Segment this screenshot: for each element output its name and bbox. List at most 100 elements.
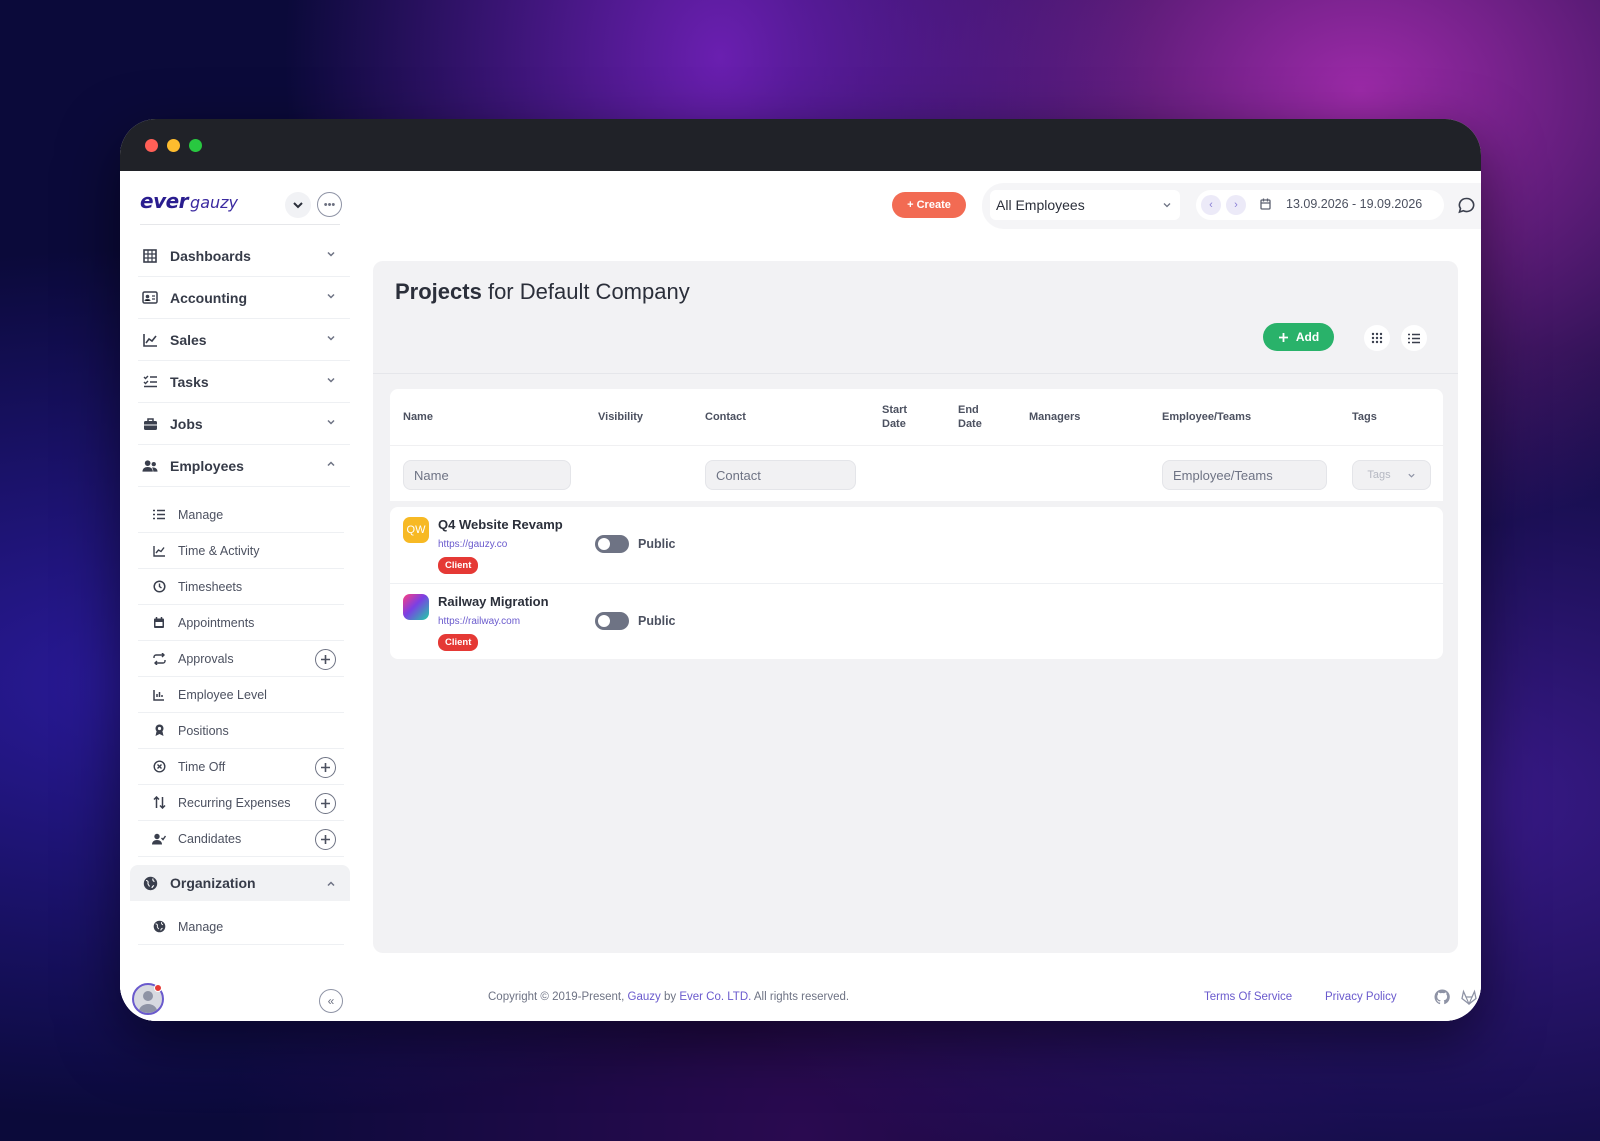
visibility-label: Public: [638, 614, 676, 628]
sidebar-item-label: Accounting: [170, 289, 247, 306]
project-url-link[interactable]: https://railway.com: [438, 616, 520, 627]
client-badge: Client: [438, 557, 479, 574]
create-button[interactable]: + Create: [892, 192, 966, 218]
column-header-managers[interactable]: Managers: [1029, 410, 1080, 424]
sidebar-item-tasks[interactable]: Tasks: [138, 361, 350, 403]
gitlab-link[interactable]: [1460, 988, 1478, 1006]
sidebar-item-label: Employees: [170, 457, 244, 474]
chat-button[interactable]: [1457, 196, 1475, 214]
logo[interactable]: ever gauzy: [140, 189, 238, 213]
notification-dot: [154, 984, 162, 992]
column-header-contact[interactable]: Contact: [705, 410, 746, 424]
column-header-end-date[interactable]: End Date: [958, 403, 982, 431]
chevron-down-icon: [327, 251, 335, 257]
table-row[interactable]: QW Q4 Website Revamp https://gauzy.co Cl…: [390, 507, 1443, 583]
end-date-line2: Date: [958, 418, 982, 430]
grid-dots-icon: [1371, 332, 1383, 344]
employee-select[interactable]: All Employees: [990, 190, 1180, 220]
gauzy-link[interactable]: Gauzy: [628, 991, 661, 1003]
visibility-toggle[interactable]: [595, 535, 629, 553]
projects-table: Name Visibility Contact Start Date End Dat…: [390, 389, 1443, 659]
sidebar-item-time-activity[interactable]: Time & Activity: [138, 533, 344, 569]
chevron-right-icon: ›: [1234, 199, 1238, 211]
table-header: Name Visibility Contact Start Date End Dat…: [390, 389, 1443, 445]
employee-teams-filter-input[interactable]: Employee/Teams: [1162, 460, 1327, 490]
github-link[interactable]: [1433, 988, 1451, 1006]
column-header-start-date[interactable]: Start Date: [882, 403, 907, 431]
sidebar-item-label: Manage: [178, 919, 224, 934]
sidebar-item-employee-level[interactable]: Employee Level: [138, 677, 344, 713]
sidebar-item-positions[interactable]: Positions: [138, 713, 344, 749]
chevron-down-icon: [293, 202, 303, 209]
previous-week-button[interactable]: ‹: [1201, 195, 1221, 215]
project-name[interactable]: Railway Migration: [438, 594, 549, 609]
chevron-up-icon: [327, 461, 335, 467]
grid-view-button[interactable]: [1364, 325, 1390, 351]
column-header-visibility[interactable]: Visibility: [598, 410, 643, 424]
next-week-button[interactable]: ›: [1226, 195, 1246, 215]
add-project-button[interactable]: Add: [1263, 323, 1334, 351]
sidebar-item-manage[interactable]: Manage: [138, 497, 344, 533]
name-filter-input[interactable]: Name: [403, 460, 571, 490]
filter-row: Name Contact Employee/Teams Tags: [390, 445, 1443, 501]
minimize-window-button[interactable]: [167, 139, 180, 152]
terms-link[interactable]: Terms Of Service: [1204, 991, 1292, 1003]
sidebar-item-label: Positions: [178, 723, 229, 738]
sidebar: ever gauzy ••• Dashboards Accounting Sal…: [120, 171, 360, 1021]
contact-filter-input[interactable]: Contact: [705, 460, 856, 490]
sidebar-item-timesheets[interactable]: Timesheets: [138, 569, 344, 605]
projects-panel: Projects for Default Company Add Name Vi…: [373, 261, 1458, 953]
table-row[interactable]: Railway Migration https://railway.com Cl…: [390, 583, 1443, 659]
sidebar-item-approvals[interactable]: Approvals: [138, 641, 344, 677]
add-recurring-expense-button[interactable]: [315, 793, 336, 814]
id-card-icon: [142, 290, 158, 306]
sidebar-item-sales[interactable]: Sales: [138, 319, 350, 361]
globe-icon: [142, 875, 158, 891]
name-filter-placeholder: Name: [414, 467, 449, 483]
maximize-window-button[interactable]: [189, 139, 202, 152]
column-header-name[interactable]: Name: [403, 410, 433, 424]
ever-link[interactable]: Ever Co. LTD.: [679, 991, 751, 1003]
tags-filter-select[interactable]: Tags: [1352, 460, 1431, 490]
more-options-button[interactable]: •••: [317, 192, 342, 217]
add-candidate-button[interactable]: [315, 829, 336, 850]
chat-bubble-icon: [1457, 197, 1474, 213]
github-icon: [1434, 989, 1450, 1005]
column-header-employee-teams[interactable]: Employee/Teams: [1162, 410, 1251, 424]
column-header-tags[interactable]: Tags: [1352, 410, 1377, 424]
sidebar-item-recurring-expenses[interactable]: Recurring Expenses: [138, 785, 344, 821]
sidebar-item-time-off[interactable]: Time Off: [138, 749, 344, 785]
tags-filter-placeholder: Tags: [1367, 469, 1391, 481]
close-window-button[interactable]: [145, 139, 158, 152]
user-check-icon: [152, 832, 166, 846]
sidebar-item-label: Recurring Expenses: [178, 795, 291, 810]
divider: [373, 373, 1458, 374]
sidebar-item-jobs[interactable]: Jobs: [138, 403, 350, 445]
visibility-toggle[interactable]: [595, 612, 629, 630]
sidebar-item-org-manage[interactable]: Manage: [138, 909, 344, 945]
organization-submenu: Manage: [138, 909, 350, 945]
plus-icon: [321, 655, 330, 664]
sidebar-item-appointments[interactable]: Appointments: [138, 605, 344, 641]
employee-teams-filter-placeholder: Employee/Teams: [1173, 467, 1273, 483]
privacy-link[interactable]: Privacy Policy: [1325, 991, 1397, 1003]
list-icon: [152, 508, 166, 522]
list-view-button[interactable]: [1401, 325, 1427, 351]
sidebar-item-accounting[interactable]: Accounting: [138, 277, 350, 319]
collapse-sidebar-button[interactable]: «: [319, 989, 343, 1013]
logo-gauzy: gauzy: [190, 193, 238, 212]
org-switcher-button[interactable]: [285, 192, 311, 218]
date-range-text[interactable]: 13.09.2026 - 19.09.2026: [1286, 197, 1422, 211]
sidebar-item-employees[interactable]: Employees: [138, 445, 350, 487]
start-date-line1: Start: [882, 404, 908, 416]
sidebar-item-organization[interactable]: Organization: [130, 865, 350, 901]
sidebar-item-label: Candidates: [178, 831, 242, 846]
add-approval-button[interactable]: [315, 649, 336, 670]
sidebar-footer: «: [120, 981, 360, 1021]
sidebar-item-candidates[interactable]: Candidates: [138, 821, 344, 857]
add-time-off-button[interactable]: [315, 757, 336, 778]
project-name[interactable]: Q4 Website Revamp: [438, 517, 563, 532]
project-url-link[interactable]: https://gauzy.co: [438, 539, 507, 550]
copyright-text: Copyright © 2019-Present, Gauzy by Ever …: [488, 991, 849, 1003]
sidebar-item-dashboards[interactable]: Dashboards: [138, 235, 350, 277]
